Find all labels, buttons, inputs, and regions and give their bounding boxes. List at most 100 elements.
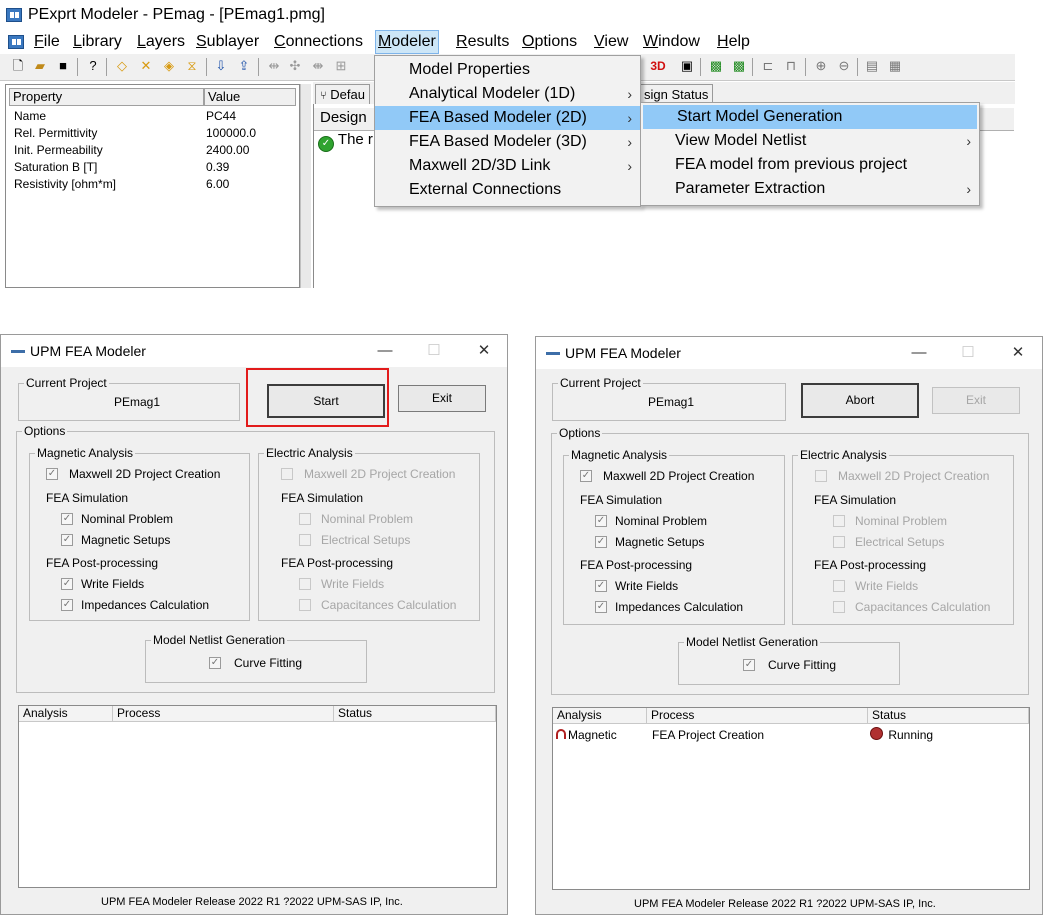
tab-default[interactable]: ⑂ Defau bbox=[315, 84, 370, 104]
menu-options[interactable]: Options bbox=[520, 32, 579, 52]
col-analysis[interactable]: Analysis bbox=[553, 708, 647, 724]
menu-view[interactable]: View bbox=[592, 32, 630, 52]
col-status[interactable]: Status bbox=[868, 708, 1029, 724]
help-icon[interactable]: ? bbox=[85, 58, 101, 74]
col-status[interactable]: Status bbox=[334, 706, 496, 722]
fea-icon-2[interactable]: ▩ bbox=[731, 58, 747, 74]
menu-fea-based-modeler-2d[interactable]: FEA Based Modeler (2D) › bbox=[375, 106, 640, 130]
model-icon[interactable]: ▣ bbox=[679, 58, 695, 74]
col-analysis[interactable]: Analysis bbox=[19, 706, 113, 722]
submenu-arrow-icon: › bbox=[627, 134, 632, 150]
winding-icon-3[interactable]: ⇼ bbox=[310, 58, 326, 74]
list-item[interactable]: Magnetic bbox=[556, 727, 617, 743]
menu-layers[interactable]: Layers bbox=[135, 32, 187, 52]
menu-help[interactable]: Help bbox=[715, 32, 752, 52]
new-file-icon[interactable]: 🗋 bbox=[10, 58, 26, 74]
fea-2d-submenu: Start Model Generation View Model Netlis… bbox=[640, 102, 980, 206]
dialog-icon bbox=[11, 350, 25, 353]
mdi-icon[interactable] bbox=[8, 35, 24, 49]
col-process[interactable]: Process bbox=[113, 706, 334, 722]
menu-view-model-netlist[interactable]: View Model Netlist › bbox=[641, 129, 979, 153]
magnetic-setups-checkbox: ✓ bbox=[595, 536, 607, 548]
core-icon-1[interactable]: ◇ bbox=[114, 58, 130, 74]
magnet-icon bbox=[556, 729, 566, 739]
title-bar: PExprt Modeler - PEmag - [PEmag1.pmg] bbox=[0, 0, 1015, 30]
project-name: PEmag1 bbox=[648, 395, 695, 409]
import-icon[interactable]: ⇩ bbox=[213, 58, 229, 74]
process-list[interactable]: Analysis Process Status Magnetic FEA Pro… bbox=[552, 707, 1030, 890]
zoom-in-icon[interactable]: ⊕ bbox=[813, 58, 829, 74]
menu-window[interactable]: Window bbox=[641, 32, 702, 52]
export-icon[interactable]: ⇪ bbox=[236, 58, 252, 74]
open-folder-icon[interactable]: ▰ bbox=[32, 58, 48, 74]
menu-external-connections[interactable]: External Connections bbox=[375, 178, 640, 202]
menu-maxwell-link[interactable]: Maxwell 2D/3D Link › bbox=[375, 154, 640, 178]
nominal-problem-checkbox: ✓ bbox=[595, 515, 607, 527]
table-icon[interactable]: ▤ bbox=[864, 58, 880, 74]
menu-modeler[interactable]: Modeler bbox=[375, 30, 439, 54]
menu-model-properties[interactable]: Model Properties bbox=[375, 58, 640, 82]
property-header[interactable]: Property bbox=[9, 88, 204, 106]
circuit-icon-2[interactable]: ⊓ bbox=[783, 58, 799, 74]
dialog-title: UPM FEA Modeler bbox=[30, 343, 146, 359]
close-icon[interactable]: ✕ bbox=[474, 341, 494, 361]
check-icon: ✓ bbox=[318, 136, 334, 152]
core-icon-4[interactable]: ⧖ bbox=[184, 58, 200, 74]
view-3d-button[interactable]: 3D bbox=[648, 58, 668, 74]
menu-fea-based-modeler-3d[interactable]: FEA Based Modeler (3D) › bbox=[375, 130, 640, 154]
splitter[interactable] bbox=[300, 84, 311, 288]
current-project-group: Current Project PEmag1 bbox=[18, 375, 240, 421]
save-icon[interactable]: ■ bbox=[55, 58, 71, 74]
list-item-process: FEA Project Creation bbox=[652, 728, 765, 742]
write-fields-checkbox[interactable]: ✓ bbox=[61, 578, 73, 590]
menu-start-model-generation[interactable]: Start Model Generation bbox=[643, 105, 977, 129]
fea-icon-1[interactable]: ▩ bbox=[708, 58, 724, 74]
list-item-status: Running bbox=[870, 727, 933, 743]
electrical-setups-checkbox bbox=[833, 536, 845, 548]
zoom-out-icon[interactable]: ⊖ bbox=[836, 58, 852, 74]
menu-sublayer[interactable]: Sublayer bbox=[194, 32, 261, 52]
nominal-problem-checkbox[interactable]: ✓ bbox=[61, 513, 73, 525]
window-tile-icon[interactable]: ▦ bbox=[887, 58, 903, 74]
winding-icon-2[interactable]: ✣ bbox=[287, 58, 303, 74]
menu-bar: File Library Layers Sublayer Connections… bbox=[0, 30, 1015, 55]
submenu-arrow-icon: › bbox=[627, 158, 632, 174]
abort-button[interactable]: Abort bbox=[801, 383, 919, 418]
dialog-icon bbox=[546, 352, 560, 355]
design-row[interactable]: ✓ The r bbox=[318, 131, 373, 152]
menu-fea-model-previous[interactable]: FEA model from previous project bbox=[641, 153, 979, 177]
electric-nominal-checkbox bbox=[299, 513, 311, 525]
value-header[interactable]: Value bbox=[204, 88, 296, 106]
minimize-icon[interactable]: — bbox=[375, 341, 395, 361]
impedances-checkbox[interactable]: ✓ bbox=[61, 599, 73, 611]
tab-design-status[interactable]: sign Status bbox=[639, 84, 714, 104]
window-title: PExprt Modeler - PEmag - [PEmag1.pmg] bbox=[28, 6, 325, 23]
electric-write-fields-checkbox bbox=[833, 580, 845, 592]
winding-icon-1[interactable]: ⇹ bbox=[266, 58, 282, 74]
menu-analytical-modeler-1d[interactable]: Analytical Modeler (1D) › bbox=[375, 82, 640, 106]
dialog-title-bar: UPM FEA Modeler — ☐ ✕ bbox=[536, 337, 1042, 369]
electric-maxwell-2d-checkbox bbox=[281, 468, 293, 480]
maxwell-2d-checkbox[interactable]: ✓ bbox=[46, 468, 58, 480]
maximize-icon: ☐ bbox=[961, 344, 975, 361]
col-process[interactable]: Process bbox=[647, 708, 868, 724]
dialog-title: UPM FEA Modeler bbox=[565, 345, 681, 361]
core-icon-3[interactable]: ◈ bbox=[161, 58, 177, 74]
minimize-icon[interactable]: — bbox=[909, 343, 929, 363]
magnetic-setups-checkbox[interactable]: ✓ bbox=[61, 534, 73, 546]
menu-library[interactable]: Library bbox=[71, 32, 124, 52]
menu-parameter-extraction[interactable]: Parameter Extraction › bbox=[641, 177, 979, 201]
impedances-checkbox: ✓ bbox=[595, 601, 607, 613]
close-icon[interactable]: ✕ bbox=[1008, 343, 1028, 363]
menu-results[interactable]: Results bbox=[454, 32, 511, 52]
curve-fitting-checkbox[interactable]: ✓ bbox=[209, 657, 221, 669]
fea-dialog-running: UPM FEA Modeler — ☐ ✕ Current Project PE… bbox=[535, 336, 1043, 915]
dialog-title-bar: UPM FEA Modeler — ☐ ✕ bbox=[1, 335, 507, 367]
core-icon-2[interactable]: ✕ bbox=[138, 58, 154, 74]
process-list[interactable]: Analysis Process Status bbox=[18, 705, 497, 888]
menu-file[interactable]: File bbox=[32, 32, 62, 52]
exit-button[interactable]: Exit bbox=[398, 385, 486, 412]
winding-icon-4[interactable]: ⊞ bbox=[333, 58, 349, 74]
circuit-icon-1[interactable]: ⊏ bbox=[760, 58, 776, 74]
menu-connections[interactable]: Connections bbox=[272, 32, 365, 52]
